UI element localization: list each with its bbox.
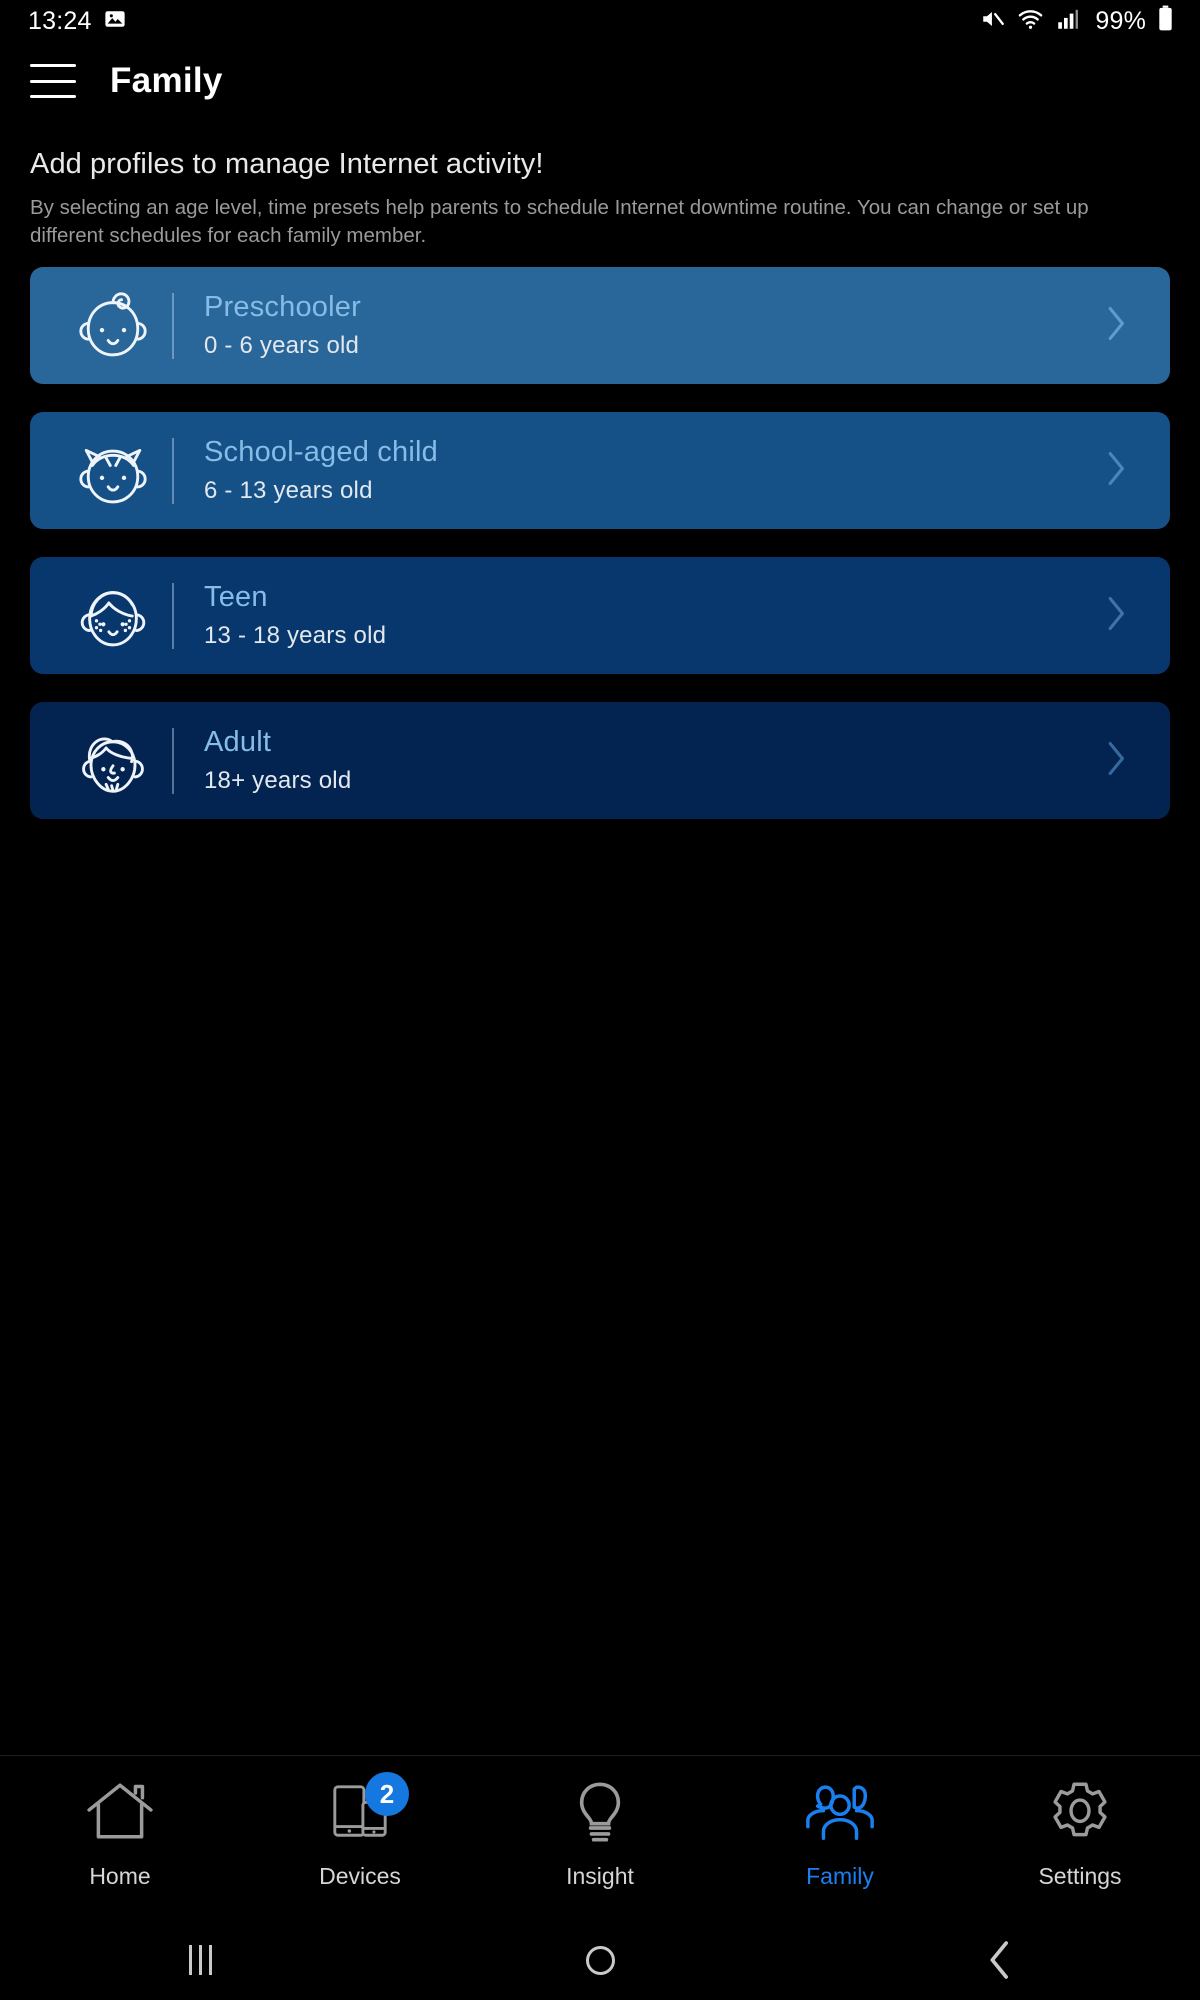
status-bar-right: 99% bbox=[980, 5, 1174, 37]
card-divider bbox=[172, 437, 174, 504]
app-screen: 13:24 99% Family Add profiles to manage … bbox=[0, 0, 1200, 2000]
profile-card-teen[interactable]: Teen 13 - 18 years old bbox=[30, 557, 1170, 674]
chevron-right-icon[interactable] bbox=[1106, 739, 1128, 782]
nav-item-home[interactable]: Home bbox=[0, 1756, 240, 1920]
recents-icon bbox=[188, 1945, 212, 1975]
nav-label-insight: Insight bbox=[566, 1863, 634, 1889]
profile-card-adult[interactable]: Adult 18+ years old bbox=[30, 702, 1170, 819]
card-text: Preschooler 0 - 6 years old bbox=[204, 291, 361, 360]
chevron-right-icon[interactable] bbox=[1106, 304, 1128, 347]
status-bar-left: 13:24 bbox=[28, 7, 126, 36]
home-circle-icon bbox=[585, 1945, 615, 1975]
teen-face-icon bbox=[58, 572, 168, 660]
hamburger-menu-icon[interactable] bbox=[30, 64, 76, 98]
home-button[interactable] bbox=[400, 1945, 800, 1975]
nav-label-family: Family bbox=[806, 1863, 874, 1889]
intro-heading: Add profiles to manage Internet activity… bbox=[30, 148, 544, 180]
devices-badge: 2 bbox=[365, 1772, 409, 1816]
child-face-icon bbox=[58, 427, 168, 515]
card-divider bbox=[172, 727, 174, 794]
devices-icon: 2 bbox=[329, 1772, 409, 1848]
card-age-range: 0 - 6 years old bbox=[204, 332, 360, 359]
card-age-range: 6 - 13 years old bbox=[204, 477, 373, 504]
profile-card-list: Preschooler 0 - 6 years old School-aged … bbox=[30, 267, 1170, 847]
card-title: School-aged child bbox=[204, 436, 438, 468]
page-title: Family bbox=[110, 61, 223, 100]
adult-face-icon bbox=[58, 717, 168, 805]
card-age-range: 18+ years old bbox=[204, 767, 352, 794]
back-button[interactable] bbox=[800, 1940, 1200, 1980]
card-title: Preschooler bbox=[204, 291, 361, 323]
nav-label-home: Home bbox=[89, 1863, 151, 1889]
card-title: Teen bbox=[204, 581, 268, 613]
people-icon bbox=[803, 1776, 877, 1848]
status-time: 13:24 bbox=[28, 6, 92, 35]
nav-label-devices: Devices bbox=[319, 1863, 401, 1889]
profile-card-school-aged-child[interactable]: School-aged child 6 - 13 years old bbox=[30, 412, 1170, 529]
profile-card-preschooler[interactable]: Preschooler 0 - 6 years old bbox=[30, 267, 1170, 384]
nav-item-settings[interactable]: Settings bbox=[960, 1756, 1200, 1920]
baby-face-icon bbox=[58, 282, 168, 370]
app-bar: Family bbox=[0, 42, 1200, 120]
mute-icon bbox=[980, 6, 1006, 37]
bottom-navigation: Home 2 Devices Insight Family Settings bbox=[0, 1755, 1200, 1920]
recents-button[interactable] bbox=[0, 1945, 400, 1975]
intro-description: By selecting an age level, time presets … bbox=[30, 196, 1089, 248]
lightbulb-icon bbox=[570, 1776, 630, 1848]
cellular-signal-icon bbox=[1055, 6, 1081, 37]
image-icon bbox=[104, 8, 126, 35]
chevron-right-icon[interactable] bbox=[1106, 594, 1128, 637]
wifi-icon bbox=[1017, 6, 1044, 37]
house-icon bbox=[85, 1776, 155, 1848]
card-divider bbox=[172, 582, 174, 649]
gear-icon bbox=[1048, 1776, 1112, 1848]
nav-item-devices[interactable]: 2 Devices bbox=[240, 1756, 480, 1920]
status-bar: 13:24 99% bbox=[0, 0, 1200, 42]
nav-item-insight[interactable]: Insight bbox=[480, 1756, 720, 1920]
battery-icon bbox=[1157, 5, 1174, 37]
card-text: School-aged child 6 - 13 years old bbox=[204, 436, 438, 505]
card-text: Teen 13 - 18 years old bbox=[204, 581, 386, 650]
card-title: Adult bbox=[204, 726, 272, 758]
chevron-right-icon[interactable] bbox=[1106, 449, 1128, 492]
nav-item-family[interactable]: Family bbox=[720, 1756, 960, 1920]
card-text: Adult 18+ years old bbox=[204, 726, 351, 795]
system-navigation-bar bbox=[0, 1920, 1200, 2000]
back-chevron-icon bbox=[990, 1941, 1008, 1979]
nav-label-settings: Settings bbox=[1038, 1863, 1122, 1889]
card-age-range: 13 - 18 years old bbox=[204, 622, 387, 649]
battery-percent: 99% bbox=[1095, 6, 1146, 35]
card-divider bbox=[172, 292, 174, 359]
intro-section: Add profiles to manage Internet activity… bbox=[30, 148, 1140, 251]
